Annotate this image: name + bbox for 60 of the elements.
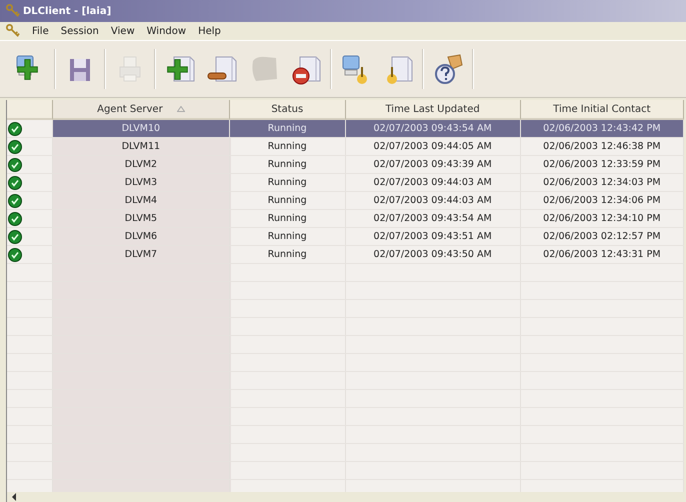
table-cell: 02/06/2003 12:46:38 PM bbox=[520, 138, 684, 155]
column-header[interactable]: Time Initial Contact bbox=[520, 100, 684, 120]
check-circle-icon bbox=[8, 122, 22, 136]
table-row[interactable]: DLVM10 Running 02/07/2003 09:43:54 AM 02/06/2003 12:43:42 PM bbox=[7, 120, 684, 138]
table-cell: Running bbox=[230, 228, 346, 245]
table-cell: DLVM6 bbox=[52, 228, 230, 245]
table-cell: 02/06/2003 12:34:10 PM bbox=[520, 210, 684, 227]
table-cell: Running bbox=[230, 246, 346, 263]
check-circle-icon bbox=[8, 194, 22, 208]
check-circle-icon bbox=[8, 212, 22, 226]
column-header[interactable]: Agent Server bbox=[52, 100, 230, 120]
table-cell: Running bbox=[230, 210, 346, 227]
table-row[interactable]: DLVM4 Running 02/07/2003 09:44:03 AM 02/06/2003 12:34:06 PM bbox=[7, 192, 684, 210]
column-header[interactable] bbox=[7, 100, 53, 120]
menu-item[interactable]: View bbox=[110, 26, 135, 36]
table-cell: DLVM5 bbox=[52, 210, 230, 227]
check-circle-icon bbox=[8, 230, 22, 244]
menu-item[interactable]: Help bbox=[198, 26, 221, 36]
table-cell: 02/07/2003 09:44:03 AM bbox=[346, 192, 521, 209]
table-cell: Running bbox=[230, 192, 346, 209]
table-cell: 02/06/2003 12:34:06 PM bbox=[520, 192, 684, 209]
check-circle-icon bbox=[8, 158, 22, 172]
table-cell: DLVM7 bbox=[52, 246, 230, 263]
column-header[interactable]: Time Last Updated bbox=[346, 100, 521, 120]
table-cell: Running bbox=[230, 174, 346, 191]
menu-item[interactable]: File bbox=[32, 26, 49, 36]
table-cell: DLVM4 bbox=[52, 192, 230, 209]
table-cell: DLVM11 bbox=[52, 138, 230, 155]
table-cell: 02/07/2003 09:43:51 AM bbox=[346, 228, 521, 245]
column-header[interactable]: Status bbox=[230, 100, 346, 120]
check-circle-icon bbox=[8, 248, 22, 262]
key-icon bbox=[6, 24, 20, 38]
table-row[interactable]: DLVM3 Running 02/07/2003 09:44:03 AM 02/06/2003 12:34:03 PM bbox=[7, 174, 684, 192]
table-cell: 02/07/2003 09:43:50 AM bbox=[346, 246, 521, 263]
table-cell: 02/07/2003 09:44:03 AM bbox=[346, 174, 521, 191]
table-row[interactable]: DLVM2 Running 02/07/2003 09:43:39 AM 02/06/2003 12:33:59 PM bbox=[7, 156, 684, 174]
table-cell: 02/06/2003 12:43:42 PM bbox=[520, 120, 684, 137]
sort-arrow-icon bbox=[176, 106, 185, 112]
menu-item[interactable]: Session bbox=[60, 26, 99, 36]
window-title: DLClient - [laia] bbox=[23, 6, 112, 16]
table-cell: 02/07/2003 09:43:54 AM bbox=[346, 120, 521, 137]
table-cell: 02/07/2003 09:44:05 AM bbox=[346, 138, 521, 155]
table-cell: 02/06/2003 12:34:03 PM bbox=[520, 174, 684, 191]
key-icon bbox=[6, 4, 20, 18]
table-cell: 02/06/2003 02:12:57 PM bbox=[520, 228, 684, 245]
table-row[interactable]: DLVM11 Running 02/07/2003 09:44:05 AM 02/06/2003 12:46:38 PM bbox=[7, 138, 684, 156]
table-cell: 02/07/2003 09:43:54 AM bbox=[346, 210, 521, 227]
check-circle-icon bbox=[8, 140, 22, 154]
table-cell: DLVM3 bbox=[52, 174, 230, 191]
menu-item[interactable]: Window bbox=[146, 26, 186, 36]
table-cell: 02/06/2003 12:33:59 PM bbox=[520, 156, 684, 173]
table-row[interactable]: DLVM7 Running 02/07/2003 09:43:50 AM 02/06/2003 12:43:31 PM bbox=[7, 246, 684, 264]
table-row[interactable]: DLVM5 Running 02/07/2003 09:43:54 AM 02/06/2003 12:34:10 PM bbox=[7, 210, 684, 228]
table-cell: Running bbox=[230, 156, 346, 173]
table-cell: DLVM2 bbox=[52, 156, 230, 173]
table-cell: 02/06/2003 12:43:31 PM bbox=[520, 246, 684, 263]
table-row[interactable]: DLVM6 Running 02/07/2003 09:43:51 AM 02/06/2003 02:12:57 PM bbox=[7, 228, 684, 246]
check-circle-icon bbox=[8, 176, 22, 190]
table-cell: 02/07/2003 09:43:39 AM bbox=[346, 156, 521, 173]
table-cell: Running bbox=[230, 138, 346, 155]
